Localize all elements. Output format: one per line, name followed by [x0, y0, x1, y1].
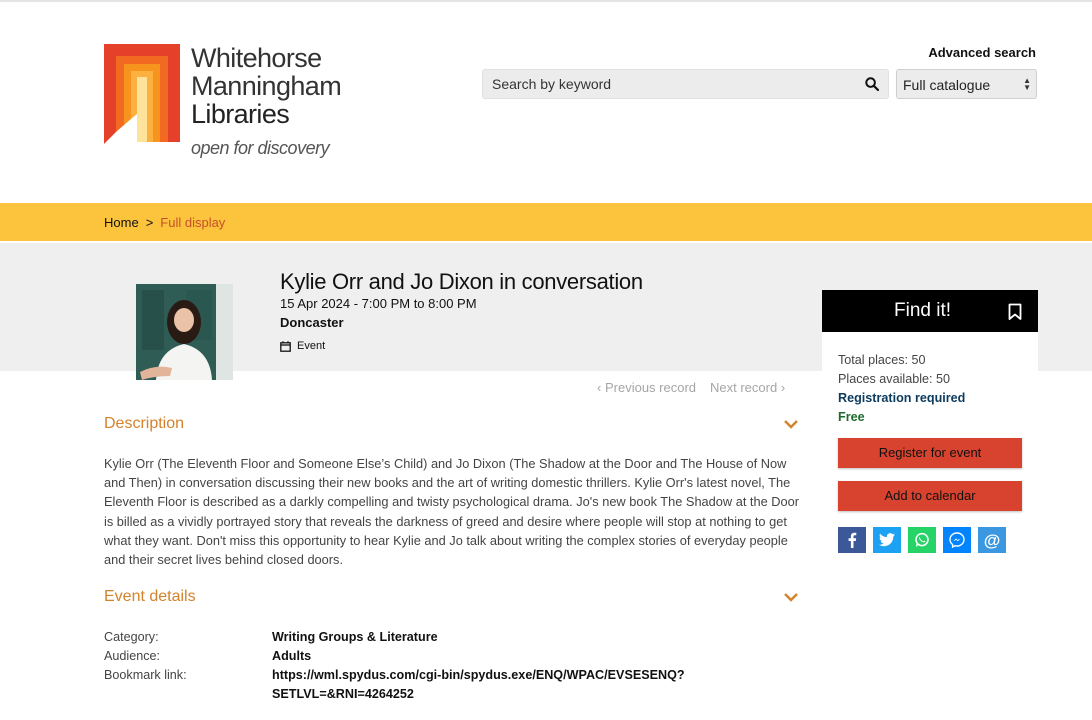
logo-wordmark: Whitehorse Manningham Libraries: [191, 43, 342, 129]
event-details-chevron-down-icon[interactable]: [783, 592, 799, 602]
description-heading[interactable]: Description: [104, 415, 184, 433]
detail-row-category: Category: Writing Groups & Literature: [104, 628, 702, 647]
event-type-label: Event: [297, 340, 326, 352]
total-places: Total places: 50: [838, 353, 926, 367]
whatsapp-icon[interactable]: [908, 527, 936, 553]
register-for-event-button[interactable]: Register for event: [838, 438, 1022, 468]
event-title: Kylie Orr and Jo Dixon in conversation: [280, 269, 643, 294]
logo-line-3: Libraries: [191, 99, 290, 129]
calendar-icon: [280, 340, 291, 352]
search-box: [482, 69, 889, 99]
search-input[interactable]: [483, 70, 853, 98]
search-icon[interactable]: [865, 77, 879, 91]
detail-row-bookmark: Bookmark link: https://wml.spydus.com/cg…: [104, 666, 702, 704]
bookmark-icon[interactable]: [1008, 303, 1022, 321]
logo-tagline: open for discovery: [191, 138, 330, 158]
find-it-title: Find it!: [894, 300, 952, 321]
logo-line-1: Whitehorse: [191, 43, 322, 73]
breadcrumb-separator: >: [145, 215, 154, 230]
record-pager: ‹ Previous record Next record ›: [597, 380, 785, 395]
event-availability: Total places: 50 Places available: 50 Re…: [838, 351, 965, 427]
bookmark-link[interactable]: https://wml.spydus.com/cgi-bin/spydus.ex…: [272, 666, 692, 704]
detail-value[interactable]: Adults: [272, 647, 702, 666]
logo-line-2: Manningham: [191, 71, 342, 101]
advanced-search-link[interactable]: Advanced search: [928, 45, 1036, 60]
event-price: Free: [838, 410, 865, 424]
event-details-heading[interactable]: Event details: [104, 588, 196, 606]
logo-doorway-icon: [104, 44, 180, 144]
chevron-right-icon: ›: [780, 380, 786, 395]
detail-value[interactable]: Writing Groups & Literature: [272, 628, 702, 647]
messenger-icon[interactable]: [943, 527, 971, 553]
chevron-left-icon: ‹: [597, 380, 602, 395]
registration-status: Registration required: [838, 391, 966, 405]
email-icon[interactable]: @: [978, 527, 1006, 553]
detail-label: Bookmark link:: [104, 668, 187, 682]
share-buttons: @: [838, 527, 1006, 553]
detail-row-audience: Audience: Adults: [104, 647, 702, 666]
breadcrumb: Home > Full display: [104, 215, 225, 230]
add-to-calendar-button[interactable]: Add to calendar: [838, 481, 1022, 511]
breadcrumb-home[interactable]: Home: [104, 215, 139, 230]
event-location: Doncaster: [280, 315, 344, 330]
library-logo[interactable]: Whitehorse Manningham Libraries open for…: [104, 42, 354, 162]
event-details-table: Category: Writing Groups & Literature Au…: [104, 628, 702, 704]
event-photo: [136, 284, 233, 380]
event-date: 15 Apr 2024 - 7:00 PM to 8:00 PM: [280, 296, 477, 311]
detail-label: Category:: [104, 630, 159, 644]
description-chevron-down-icon[interactable]: [783, 419, 799, 429]
catalogue-select[interactable]: Full catalogue ▲ ▼: [896, 69, 1037, 99]
facebook-icon[interactable]: [838, 527, 866, 553]
next-record-link[interactable]: Next record ›: [710, 380, 785, 395]
breadcrumb-bar: Home > Full display: [0, 203, 1092, 241]
previous-record-label: Previous record: [604, 380, 697, 395]
breadcrumb-current[interactable]: Full display: [160, 215, 225, 230]
select-arrows-icon: ▲ ▼: [1023, 76, 1031, 92]
detail-label: Audience:: [104, 649, 161, 663]
places-available: Places available: 50: [838, 372, 951, 386]
description-text: Kylie Orr (The Eleventh Floor and Someon…: [104, 456, 800, 568]
next-record-label: Next record: [710, 380, 778, 395]
previous-record-link[interactable]: ‹ Previous record: [597, 380, 696, 395]
event-type: Event: [280, 340, 325, 352]
find-it-header: Find it!: [822, 290, 1038, 332]
twitter-icon[interactable]: [873, 527, 901, 553]
catalogue-select-value: Full catalogue: [903, 77, 991, 93]
